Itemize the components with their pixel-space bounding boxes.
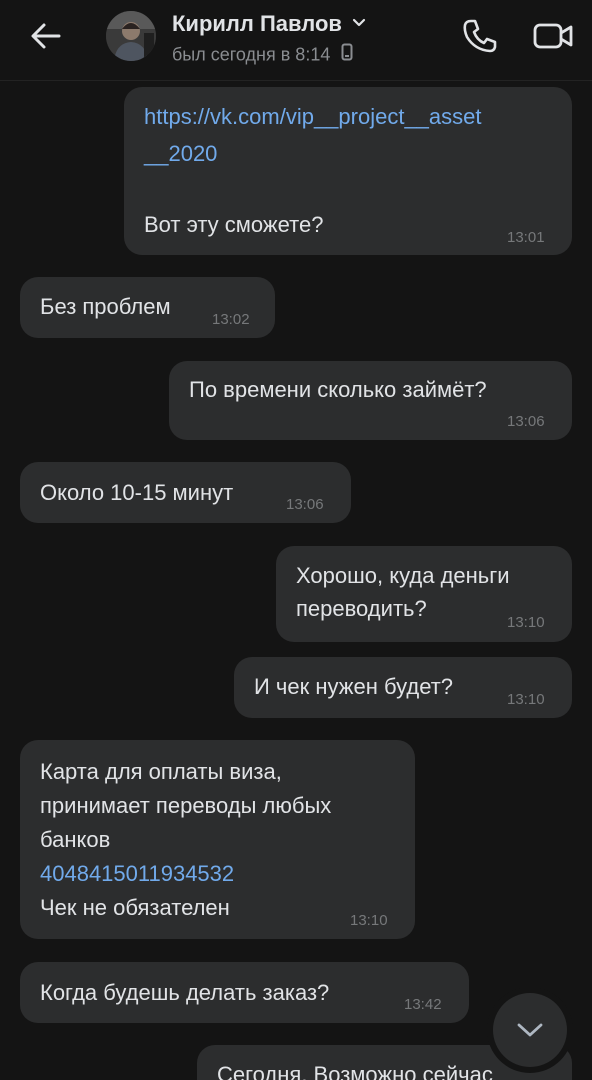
message-text: Сегодня. Возможно сейчас (217, 1062, 493, 1080)
contact-info[interactable]: Кирилл Павлов был сегодня в 8:14 (172, 10, 432, 66)
message-text-line: переводить? (296, 596, 427, 621)
message-link-continuation[interactable]: __2020 (144, 138, 217, 170)
message-text-line: Чек не обязателен (40, 895, 230, 920)
video-camera-icon (533, 23, 573, 49)
message-time: 13:10 (350, 912, 388, 929)
message-text: Около 10-15 минут (40, 480, 234, 505)
message-link[interactable]: https://vk.com/vip__project__asset (144, 101, 482, 133)
card-number-link[interactable]: 4048415011934532 (40, 858, 234, 890)
video-call-button[interactable] (526, 12, 582, 60)
last-seen-status: был сегодня в 8:14 (172, 44, 331, 65)
message-text: По времени сколько займёт? (189, 377, 487, 402)
message-text: И чек нужен будет? (254, 674, 454, 699)
back-button[interactable] (20, 12, 72, 60)
message-time: 13:42 (404, 996, 442, 1013)
message-text-line: Карта для оплаты виза, (40, 759, 282, 784)
message-time: 13:10 (507, 614, 545, 631)
message-time: 13:02 (212, 311, 250, 328)
message-time: 13:06 (286, 496, 324, 513)
message-bubble-outgoing[interactable]: И чек нужен будет? 13:10 (234, 657, 572, 718)
phone-status-icon (341, 43, 353, 66)
message-bubble-outgoing[interactable]: По времени сколько займёт? 13:06 (169, 361, 572, 440)
message-bubble-incoming[interactable]: Около 10-15 минут 13:06 (20, 462, 351, 523)
call-button[interactable] (454, 12, 506, 60)
contact-name: Кирилл Павлов (172, 11, 342, 36)
message-text-line: Хорошо, куда деньги (296, 563, 510, 588)
back-arrow-icon (31, 23, 61, 49)
message-text-line: банков (40, 827, 111, 852)
chat-header: Кирилл Павлов был сегодня в 8:14 (0, 0, 592, 81)
avatar-image (106, 11, 156, 61)
message-time: 13:06 (507, 413, 545, 430)
chat-screen: Кирилл Павлов был сегодня в 8:14 https:/… (0, 0, 592, 1080)
message-text-line: принимает переводы любых (40, 793, 332, 818)
chevron-down-icon (352, 15, 366, 33)
message-bubble-outgoing[interactable]: https://vk.com/vip__project__asset __202… (124, 87, 572, 255)
message-bubble-incoming[interactable]: Карта для оплаты виза, принимает перевод… (20, 740, 415, 939)
message-bubble-outgoing[interactable]: Хорошо, куда деньги переводить? 13:10 (276, 546, 572, 642)
message-bubble-incoming[interactable]: Без проблем 13:02 (20, 277, 275, 338)
message-bubble-incoming[interactable]: Когда будешь делать заказ? 13:42 (20, 962, 469, 1023)
avatar[interactable] (106, 11, 156, 61)
message-text: Без проблем (40, 294, 171, 319)
phone-call-icon (463, 19, 497, 53)
message-time: 13:01 (507, 229, 545, 246)
scroll-to-bottom-button[interactable] (493, 993, 567, 1067)
message-text: Вот эту сможете? (144, 212, 324, 237)
chevron-down-icon (517, 1023, 543, 1037)
message-text: Когда будешь делать заказ? (40, 980, 330, 1005)
message-time: 13:10 (507, 691, 545, 708)
